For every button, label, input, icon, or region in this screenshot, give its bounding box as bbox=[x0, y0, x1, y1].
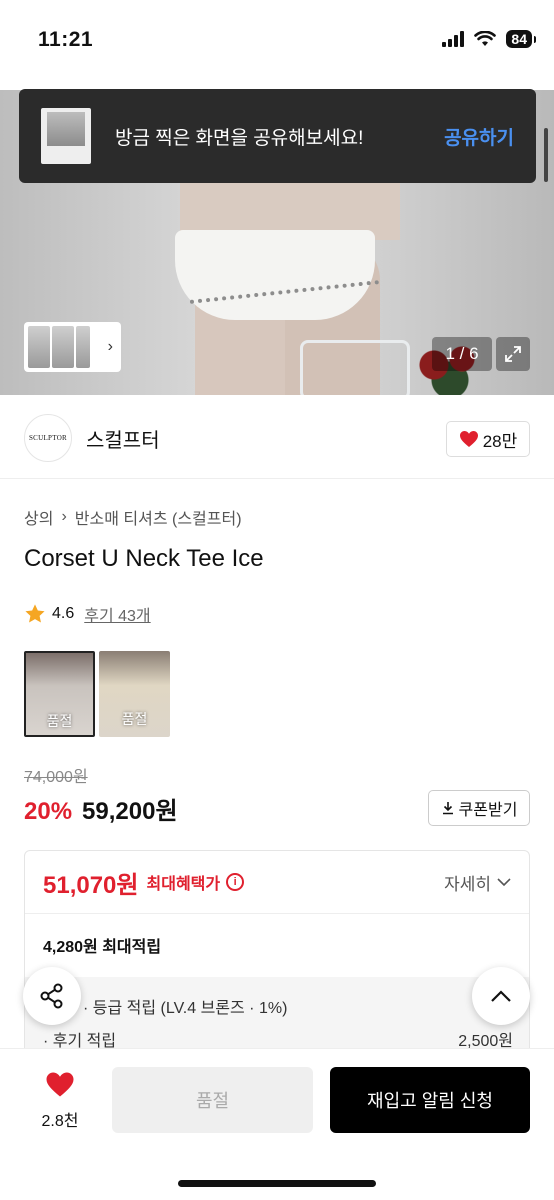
scrollbar[interactable] bbox=[544, 128, 548, 182]
detail-toggle-button[interactable]: 자세히 bbox=[444, 870, 511, 895]
chevron-down-icon bbox=[497, 878, 511, 887]
rating-value: 4.6 bbox=[52, 605, 75, 622]
bottom-action-bar: 2.8천 품절 재입고 알림 신청 bbox=[0, 1048, 554, 1200]
info-icon[interactable]: i bbox=[226, 873, 245, 891]
benefit-header: 51,070원 최대혜택가 i 자세히 bbox=[25, 851, 529, 914]
brand-row: SCULPTOR 스컬프터 28만 bbox=[0, 405, 554, 479]
star-icon bbox=[25, 604, 45, 623]
scroll-top-button[interactable] bbox=[472, 967, 530, 1025]
points-title: 4,280원 최대적립 bbox=[43, 939, 162, 956]
share-fab-button[interactable] bbox=[23, 967, 81, 1025]
breadcrumb-subcategory[interactable]: 반소매 티셔츠 (스컬프터) bbox=[75, 505, 242, 529]
status-icons: 84 bbox=[442, 30, 536, 48]
screenshot-thumbnail bbox=[41, 108, 91, 164]
product-title: Corset U Neck Tee Ice bbox=[24, 545, 264, 572]
benefit-box: 51,070원 최대혜택가 i 자세히 4,280원 최대적립 · 등급 적립 … bbox=[24, 850, 530, 1080]
status-time: 11:21 bbox=[38, 28, 94, 51]
max-benefit-label: 최대혜택가 bbox=[146, 876, 221, 893]
toast-message: 방금 찍은 화면을 공유해보세요! bbox=[115, 127, 364, 149]
original-price: 74,000원 bbox=[24, 769, 88, 786]
wish-count: 2.8천 bbox=[41, 1113, 79, 1130]
expand-button[interactable] bbox=[496, 337, 530, 371]
wifi-icon bbox=[474, 31, 497, 46]
signal-icon bbox=[442, 31, 465, 47]
max-benefit-price: 51,070원 bbox=[43, 871, 139, 899]
breadcrumb-category[interactable]: 상의 bbox=[24, 505, 53, 529]
brand-logo[interactable]: SCULPTOR bbox=[24, 414, 72, 462]
discount-rate: 20% bbox=[24, 798, 73, 825]
expand-icon bbox=[505, 346, 521, 362]
brand-like-count: 28만 bbox=[482, 431, 518, 451]
soldout-label: 품절 bbox=[46, 713, 73, 729]
gallery-page-counter: 1 / 6 bbox=[432, 337, 492, 371]
coupon-label: 쿠폰받기 bbox=[458, 802, 518, 819]
status-bar: 11:21 84 bbox=[0, 0, 554, 90]
battery-icon: 84 bbox=[506, 30, 536, 48]
brand-name[interactable]: 스컬프터 bbox=[86, 424, 160, 453]
soldout-label: 품절 bbox=[121, 711, 148, 727]
gallery-thumbnails-button[interactable]: › bbox=[24, 322, 121, 372]
reviews-link[interactable]: 후기 43개 bbox=[84, 602, 150, 626]
sale-price: 59,200원 bbox=[82, 798, 178, 825]
breadcrumb: 상의 › 반소매 티셔츠 (스컬프터) bbox=[24, 505, 242, 529]
heart-icon bbox=[46, 1072, 74, 1097]
rating-row: 4.6 후기 43개 bbox=[24, 602, 151, 626]
color-options: 품절 품절 bbox=[24, 651, 170, 737]
soldout-button: 품절 bbox=[112, 1067, 313, 1133]
price-row: 20% 59,200원 bbox=[24, 791, 178, 826]
share-button[interactable]: 공유하기 bbox=[444, 123, 514, 150]
chevron-right-icon: › bbox=[61, 508, 67, 525]
coupon-button[interactable]: 쿠폰받기 bbox=[428, 790, 530, 826]
share-toast: 방금 찍은 화면을 공유해보세요! 공유하기 bbox=[19, 89, 536, 183]
chevron-right-icon: › bbox=[107, 338, 113, 355]
heart-icon bbox=[459, 431, 478, 447]
chevron-up-icon bbox=[491, 990, 511, 1002]
detail-label: 자세히 bbox=[444, 874, 491, 894]
restock-alert-button[interactable]: 재입고 알림 신청 bbox=[330, 1067, 530, 1133]
color-option[interactable]: 품절 bbox=[24, 651, 95, 737]
points-row: · 등급 적립 (LV.4 브론즈 · 1%) 5 bbox=[43, 994, 513, 1018]
brand-like-button[interactable]: 28만 bbox=[446, 421, 530, 457]
color-option[interactable]: 품절 bbox=[99, 651, 170, 737]
wish-button[interactable]: 2.8천 bbox=[20, 1071, 100, 1131]
home-indicator bbox=[178, 1180, 376, 1187]
share-icon bbox=[40, 983, 63, 1009]
download-icon bbox=[442, 802, 453, 815]
